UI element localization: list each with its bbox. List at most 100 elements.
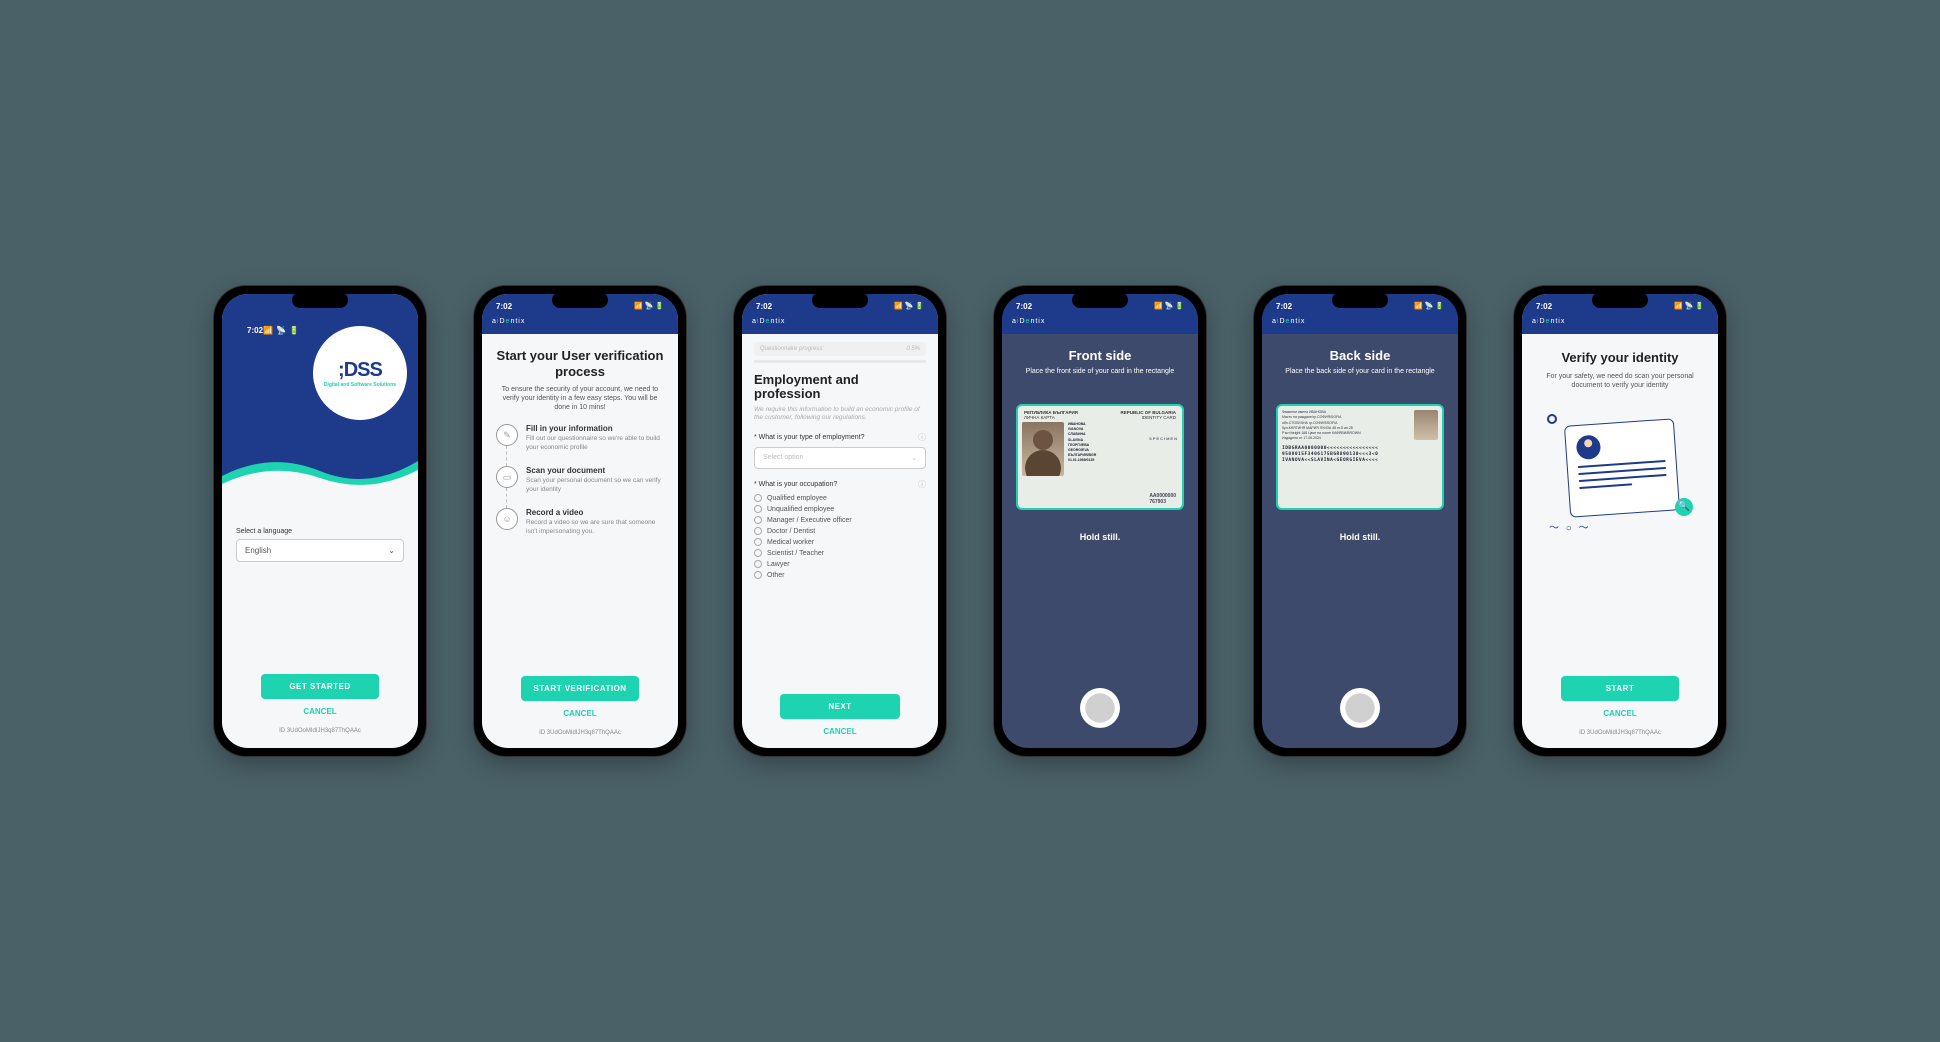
status-icons: 📶 📡 🔋 [1154,302,1184,310]
id-card-back-preview: Фамилни имена ИВАНОВА Място на раждане/г… [1276,404,1444,510]
radio-icon [754,571,762,579]
shutter-button[interactable] [1080,688,1120,728]
page-title: Verify your identity [1561,350,1678,366]
status-time: 7:02 [1536,302,1552,311]
session-id: ID 3UdOoMIdIJH3q87ThQAAc [496,726,664,742]
occupation-options: Qualified employee Unqualified employee … [754,494,926,579]
id-photo [1022,422,1064,476]
radio-option[interactable]: Lawyer [754,560,926,568]
start-verification-button[interactable]: START VERIFICATION [521,676,639,701]
status-icons: 📶 📡 🔋 [1414,302,1444,310]
next-button[interactable]: NEXT [780,694,900,719]
page-subtitle: For your safety, we need do scan your pe… [1536,372,1704,390]
notch [292,292,348,308]
notch [1592,292,1648,308]
cancel-button[interactable]: CANCEL [261,699,379,724]
start-button[interactable]: START [1561,676,1679,701]
phone-3: 7:02 📶 📡 🔋 aiDentix Questionnaire progre… [734,286,946,756]
battery-icon: 🔋 [289,326,299,335]
page-title: Start your User verification process [496,348,664,379]
mrz-zone: IDBGRAA0000000<<<<<<<<<<<<<<<< 9508015F3… [1282,446,1438,465]
step-desc: Fill out our questionnaire so we're able… [526,435,664,452]
session-id: ID 3UdOoMIdIJH3q87ThQAAc [236,724,404,740]
step-desc: Scan your personal document so we can ve… [526,477,664,494]
notch [1332,292,1388,308]
step-title: Record a video [526,508,664,517]
specimen-label: SPECIMEN [1149,436,1178,441]
radio-option[interactable]: Qualified employee [754,494,926,502]
face-icon: ☺ [496,508,518,530]
progress-track [754,360,926,363]
progress-label-row: Questionnaire progress: 0.5% [754,342,926,356]
status-icons: 📶 📡 🔋 [263,326,299,335]
step-desc: Record a video so we are sure that someo… [526,519,664,536]
step-title: Fill in your information [526,424,664,433]
radio-icon [754,538,762,546]
brand-name: aiDentix [1522,318,1718,328]
id-card-icon: ▭ [496,466,518,488]
logo-subtitle: Digital and Software Solutions [324,382,396,388]
notch [812,292,868,308]
radio-option[interactable]: Doctor / Dentist [754,527,926,535]
cancel-button[interactable]: CANCEL [780,719,900,744]
radio-icon [754,549,762,557]
info-icon[interactable]: ⓘ [918,479,926,490]
phone-4: 7:02 📶 📡 🔋 aiDentix Front side Place the… [994,286,1206,756]
language-select[interactable]: English ⌄ [236,539,404,562]
chevron-down-icon: ⌄ [388,546,395,555]
id-card-front-preview: РЕПУБЛИКА БЪЛГАРИЯ REPUBLIC OF BULGARIA … [1016,404,1184,510]
notch [552,292,608,308]
radio-icon [754,505,762,513]
logo-text: ;DSS [338,359,382,382]
wifi-icon: 📡 [276,326,286,335]
step-record-video: ☺ Record a video Record a video so we ar… [496,508,664,550]
magnify-icon: 🔍 [1675,498,1693,516]
cancel-button[interactable]: CANCEL [1561,701,1679,726]
language-value: English [245,546,271,555]
id-fields: ИВАНОВА IVANOVA СЛАВИНА SLAVINA ГЕОРГИЕВ… [1068,422,1178,476]
radio-icon [754,494,762,502]
id-number: AA0000000 767903 [1149,493,1176,505]
phone-1: 7:02 📶 📡 🔋 ;DSS Digital and Software Sol… [214,286,426,756]
hero-area: 7:02 📶 📡 🔋 ;DSS Digital and Software Sol… [222,294,418,494]
hold-still-label: Hold still. [1340,532,1381,542]
camera-title: Front side [1069,348,1132,363]
radio-option[interactable]: Other [754,571,926,579]
phone-6: 7:02 📶 📡 🔋 aiDentix Verify your identity… [1514,286,1726,756]
status-time: 7:02 [1016,302,1032,311]
radio-option[interactable]: Scientist / Teacher [754,549,926,557]
radio-option[interactable]: Medical worker [754,538,926,546]
employment-type-select[interactable]: Select option ⌄ [754,447,926,469]
employment-type-label: * What is your type of employment? ⓘ [754,432,926,443]
radio-option[interactable]: Manager / Executive officer [754,516,926,524]
shutter-button[interactable] [1340,688,1380,728]
brand-name: aiDentix [482,318,678,328]
brand-name: aiDentix [1002,318,1198,328]
avatar-icon [1576,434,1602,460]
notch [1072,292,1128,308]
step-scan-document: ▭ Scan your document Scan your personal … [496,466,664,508]
section-desc: We require this information to build an … [754,406,926,423]
select-placeholder: Select option [763,454,803,462]
camera-instruction: Place the front side of your card in the… [1016,367,1185,376]
status-time: 7:02 [1276,302,1292,311]
info-icon[interactable]: ⓘ [918,432,926,443]
radio-option[interactable]: Unqualified employee [754,505,926,513]
chevron-down-icon: ⌄ [911,454,917,462]
circle-decoration [1547,414,1557,424]
camera-title: Back side [1330,348,1391,363]
section-title: Employment and profession [754,373,926,402]
status-time: 7:02 [247,326,263,335]
status-time: 7:02 [496,302,512,311]
edit-icon: ✎ [496,424,518,446]
page-subtitle: To ensure the security of your account, … [496,385,664,412]
hold-still-label: Hold still. [1080,532,1121,542]
squiggle-decoration: ～ ○ ～ [1549,519,1591,534]
get-started-button[interactable]: GET STARTED [261,674,379,699]
step-fill-info: ✎ Fill in your information Fill out our … [496,424,664,466]
session-id: ID 3UdOoMIdIJH3q87ThQAAc [1536,726,1704,742]
phone-2: 7:02 📶 📡 🔋 aiDentix Start your User veri… [474,286,686,756]
brand-name: aiDentix [742,318,938,328]
cancel-button[interactable]: CANCEL [521,701,639,726]
document-card-illustration [1564,418,1680,517]
